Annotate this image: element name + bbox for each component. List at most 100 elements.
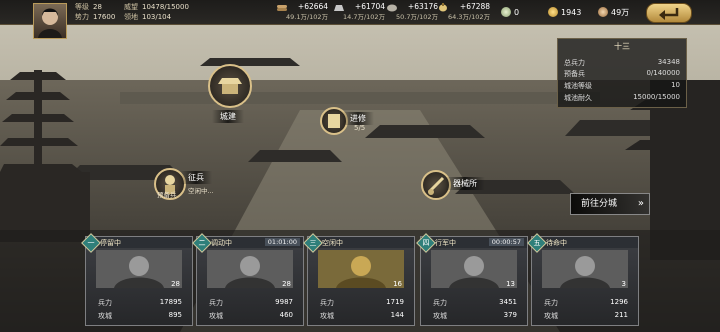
double-chevron-icon: » [637,198,644,209]
back-button[interactable] [646,3,692,23]
city-row-value: 10 [671,81,680,89]
palace-icon [208,64,252,108]
army-number: 一 [87,239,95,247]
stat-value: 28 [93,3,102,11]
resource-grain[interactable]: +67288 64.3万/102万 [448,2,490,21]
troops-label: 兵力 [209,299,223,307]
stat-label: 等级 [75,3,89,11]
construction-label: 城建 [212,110,244,123]
copper-icon [598,7,608,17]
resource-stone[interactable]: +63176 50.7万/102万 [396,2,438,21]
general-portrait: 13 [431,250,517,288]
stat-label: 势力 [75,13,89,21]
player-territory: 领地 103/104 [124,12,171,22]
troops-row: 兵力 1719 [320,298,404,308]
gold-display[interactable]: 1943 [548,7,581,17]
siege-label: 攻城 [98,312,112,320]
gold-amount: 1943 [561,8,582,17]
upgrade-count: 5/5 [354,124,366,132]
city-row-label: 城池等级 [564,82,592,90]
troops-row: 兵力 9987 [209,298,293,308]
troops-label: 兵力 [320,299,334,307]
resource-amount: +67288 [459,2,491,11]
return-arrow-icon [659,8,679,20]
army-card[interactable]: 四 行军中 00:00:57 13 兵力 3451 攻城 379 [416,233,528,326]
troops-label: 兵力 [433,299,447,307]
jade-display[interactable]: 0 [501,7,519,17]
stat-label: 领地 [124,13,138,21]
goto-subcity-label: 前往分城 [581,199,618,209]
army-card[interactable]: 三 空闲中 16 兵力 1719 攻城 144 [303,233,415,326]
siege-row: 攻城 211 [544,311,628,321]
city-row-value: 0/140000 [646,69,680,77]
army-status: 行军中 [435,239,456,247]
resource-stock: 14.7万/102万 [343,13,386,21]
siege-label: 攻城 [209,312,223,320]
reserve-tag: 预备兵 [157,191,177,199]
city-row: 城池耐久 15000/15000 [564,93,680,103]
army-card[interactable]: 五 待命中 3 兵力 1296 攻城 211 [527,233,639,326]
city-row-value: 34348 [657,58,680,66]
stat-value: 10478/15000 [142,3,189,11]
general-level: 3 [621,280,626,288]
troops-label: 兵力 [98,299,112,307]
city-row-label: 城池耐久 [564,94,592,102]
city-row-label: 总兵力 [564,59,585,67]
troops-value: 1296 [610,298,628,306]
city-row: 预备兵 0/140000 [564,69,680,79]
resource-stock: 50.7万/102万 [396,13,439,21]
siege-value: 379 [503,311,517,319]
city-row-label: 预备兵 [564,70,585,78]
armory-label: 器械所 [445,177,485,190]
army-number: 五 [533,239,541,247]
general-portrait: 16 [318,250,404,288]
troops-value: 3451 [499,298,517,306]
city-row: 总兵力 34348 [564,58,680,68]
recruit-status: 空闲中... [188,187,214,195]
city-row: 城池等级 10 [564,81,680,91]
army-card[interactable]: 二 调动中 01:01:00 28 兵力 9987 攻城 460 [192,233,304,326]
army-number: 四 [422,239,430,247]
siege-label: 攻城 [320,312,334,320]
siege-value: 211 [614,311,628,319]
resource-wood[interactable]: +62664 49.1万/102万 [286,2,328,21]
siege-label: 攻城 [544,312,558,320]
troops-row: 兵力 3451 [433,298,517,308]
player-power: 势力 17600 [75,12,115,22]
army-timer: 01:01:00 [264,238,300,246]
siege-row: 攻城 895 [98,311,182,321]
general-portrait: 28 [207,250,293,288]
army-status: 调动中 [211,239,232,247]
player-avatar[interactable] [33,3,67,39]
city-row-value: 15000/15000 [633,93,680,101]
general-level: 28 [282,280,291,288]
siege-label: 攻城 [433,312,447,320]
resource-stock: 49.1万/102万 [286,13,329,21]
troops-value: 17895 [159,298,182,306]
stat-value: 17600 [93,13,116,21]
troops-row: 兵力 1296 [544,298,628,308]
army-status: 停留中 [100,239,121,247]
city-info-panel: 十三 总兵力 34348 预备兵 0/140000 城池等级 10 城池耐久 1… [557,38,687,108]
resource-amount: +61704 [354,2,386,11]
general-level: 16 [393,280,402,288]
troops-value: 1719 [386,298,404,306]
resource-stock: 64.3万/102万 [448,13,491,21]
recruit-label: 征兵 [180,171,212,184]
army-status: 空闲中 [322,239,343,247]
goto-subcity-button[interactable]: 前往分城 » [570,193,650,215]
siege-value: 895 [168,311,182,319]
army-card[interactable]: 一 停留中 28 兵力 17895 攻城 895 [81,233,193,326]
resource-amount: +62664 [297,2,329,11]
gold-icon [548,7,558,17]
troops-value: 9987 [275,298,293,306]
resource-iron[interactable]: +61704 14.7万/102万 [343,2,385,21]
player-prestige: 威望 10478/15000 [124,2,189,12]
army-status: 待命中 [546,239,567,247]
copper-display[interactable]: 49万 [598,7,629,18]
stat-label: 威望 [124,3,138,11]
resource-amount: +63176 [407,2,439,11]
copper-amount: 49万 [611,8,630,17]
siege-row: 攻城 144 [320,311,404,321]
general-portrait: 28 [96,250,182,288]
